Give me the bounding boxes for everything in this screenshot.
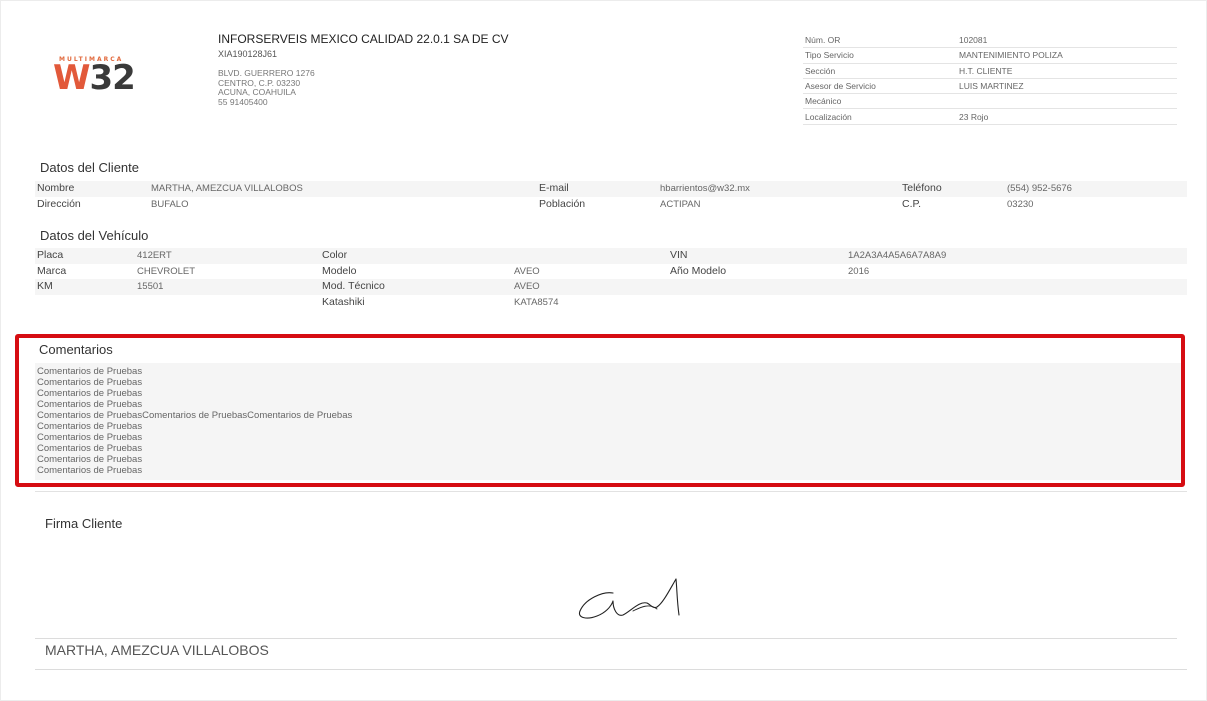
- vehicle-row: Placa 412ERT Color VIN 1A2A3A4A5A6A7A8A9: [35, 248, 1187, 264]
- comments-section-title: Comentarios: [39, 342, 113, 357]
- vehicle-year: 2016: [848, 265, 870, 277]
- vehicle-brand: CHEVROLET: [137, 265, 196, 277]
- comment-line: Comentarios de Pruebas: [37, 443, 143, 454]
- order-row: Asesor de Servicio LUIS MARTINEZ: [803, 79, 1177, 95]
- order-row: Tipo Servicio MANTENIMIENTO POLIZA: [803, 48, 1177, 64]
- client-section-title: Datos del Cliente: [40, 160, 139, 175]
- client-town: ACTIPAN: [660, 198, 701, 210]
- client-data-grid: Nombre MARTHA, AMEZCUA VILLALOBOS E-mail…: [35, 181, 1187, 212]
- vehicle-katashiki: KATA8574: [514, 296, 559, 308]
- signature-line: [35, 638, 1177, 639]
- signature-section-title: Firma Cliente: [45, 516, 123, 531]
- comment-line: Comentarios de Pruebas: [37, 388, 143, 399]
- comment-line: Comentarios de Pruebas: [37, 377, 143, 388]
- comment-line: Comentarios de Pruebas: [37, 465, 143, 476]
- comment-line: Comentarios de Pruebas: [37, 454, 143, 465]
- client-email: hbarrientos@w32.mx: [660, 183, 750, 194]
- comment-line: Comentarios de PruebasComentarios de Pru…: [37, 410, 353, 421]
- vehicle-technical-model: AVEO: [514, 281, 540, 292]
- company-name: INFORSERVEIS MEXICO CALIDAD 22.0.1 SA DE…: [218, 32, 509, 46]
- vehicle-section-title: Datos del Vehículo: [40, 228, 149, 243]
- signer-name: MARTHA, AMEZCUA VILLALOBOS: [45, 642, 269, 658]
- vehicle-km: 15501: [137, 281, 164, 292]
- comment-line: Comentarios de Pruebas: [37, 399, 143, 410]
- divider: [35, 669, 1187, 670]
- client-name: MARTHA, AMEZCUA VILLALOBOS: [151, 183, 303, 194]
- comment-line: Comentarios de Pruebas: [37, 432, 143, 443]
- comment-line: Comentarios de Pruebas: [37, 366, 143, 377]
- client-phone: (554) 952-5676: [1007, 183, 1072, 194]
- company-address: BLVD. GUERRERO 1276 CENTRO, C.P. 03230 A…: [218, 68, 315, 107]
- comment-line: Comentarios de Pruebas: [37, 421, 143, 432]
- order-info-table: Núm. OR 102081 Tipo Servicio MANTENIMIENTO…: [803, 33, 1177, 125]
- logo-wordmark: W32: [53, 58, 136, 98]
- company-info: INFORSERVEIS MEXICO CALIDAD 22.0.1 SA DE…: [218, 32, 509, 107]
- vehicle-row: Katashiki KATA8574: [322, 295, 559, 308]
- w32-logo: MULTIMARCA W32: [53, 56, 143, 101]
- client-signature-image: [578, 578, 680, 619]
- client-zip: 03230: [1007, 198, 1034, 210]
- order-row: Sección H.T. CLIENTE: [803, 64, 1177, 79]
- client-row: Dirección BUFALO Población ACTIPAN C.P. …: [37, 197, 1034, 210]
- vehicle-vin: 1A2A3A4A5A6A7A8A9: [848, 250, 947, 261]
- client-address: BUFALO: [151, 198, 189, 210]
- vehicle-model: AVEO: [514, 265, 540, 277]
- order-row: Núm. OR 102081: [803, 33, 1177, 49]
- order-row: Localización 23 Rojo: [803, 109, 1177, 125]
- vehicle-data-grid: Placa 412ERT Color VIN 1A2A3A4A5A6A7A8A9…: [35, 248, 1187, 310]
- vehicle-row: Marca CHEVROLET Modelo AVEO Año Modelo 2…: [37, 264, 870, 277]
- vehicle-plate: 412ERT: [137, 250, 172, 261]
- company-rfc: XIA190128J61: [218, 49, 278, 59]
- order-document: MULTIMARCA W32 INFORSERVEIS MEXICO CALID…: [0, 0, 1207, 701]
- client-row: Nombre MARTHA, AMEZCUA VILLALOBOS E-mail…: [35, 181, 1187, 197]
- divider: [35, 491, 1187, 492]
- comments-text: Comentarios de Pruebas Comentarios de Pr…: [35, 363, 1181, 480]
- vehicle-row: KM 15501 Mod. Técnico AVEO: [35, 279, 1187, 295]
- order-row: Mecánico: [803, 94, 1177, 110]
